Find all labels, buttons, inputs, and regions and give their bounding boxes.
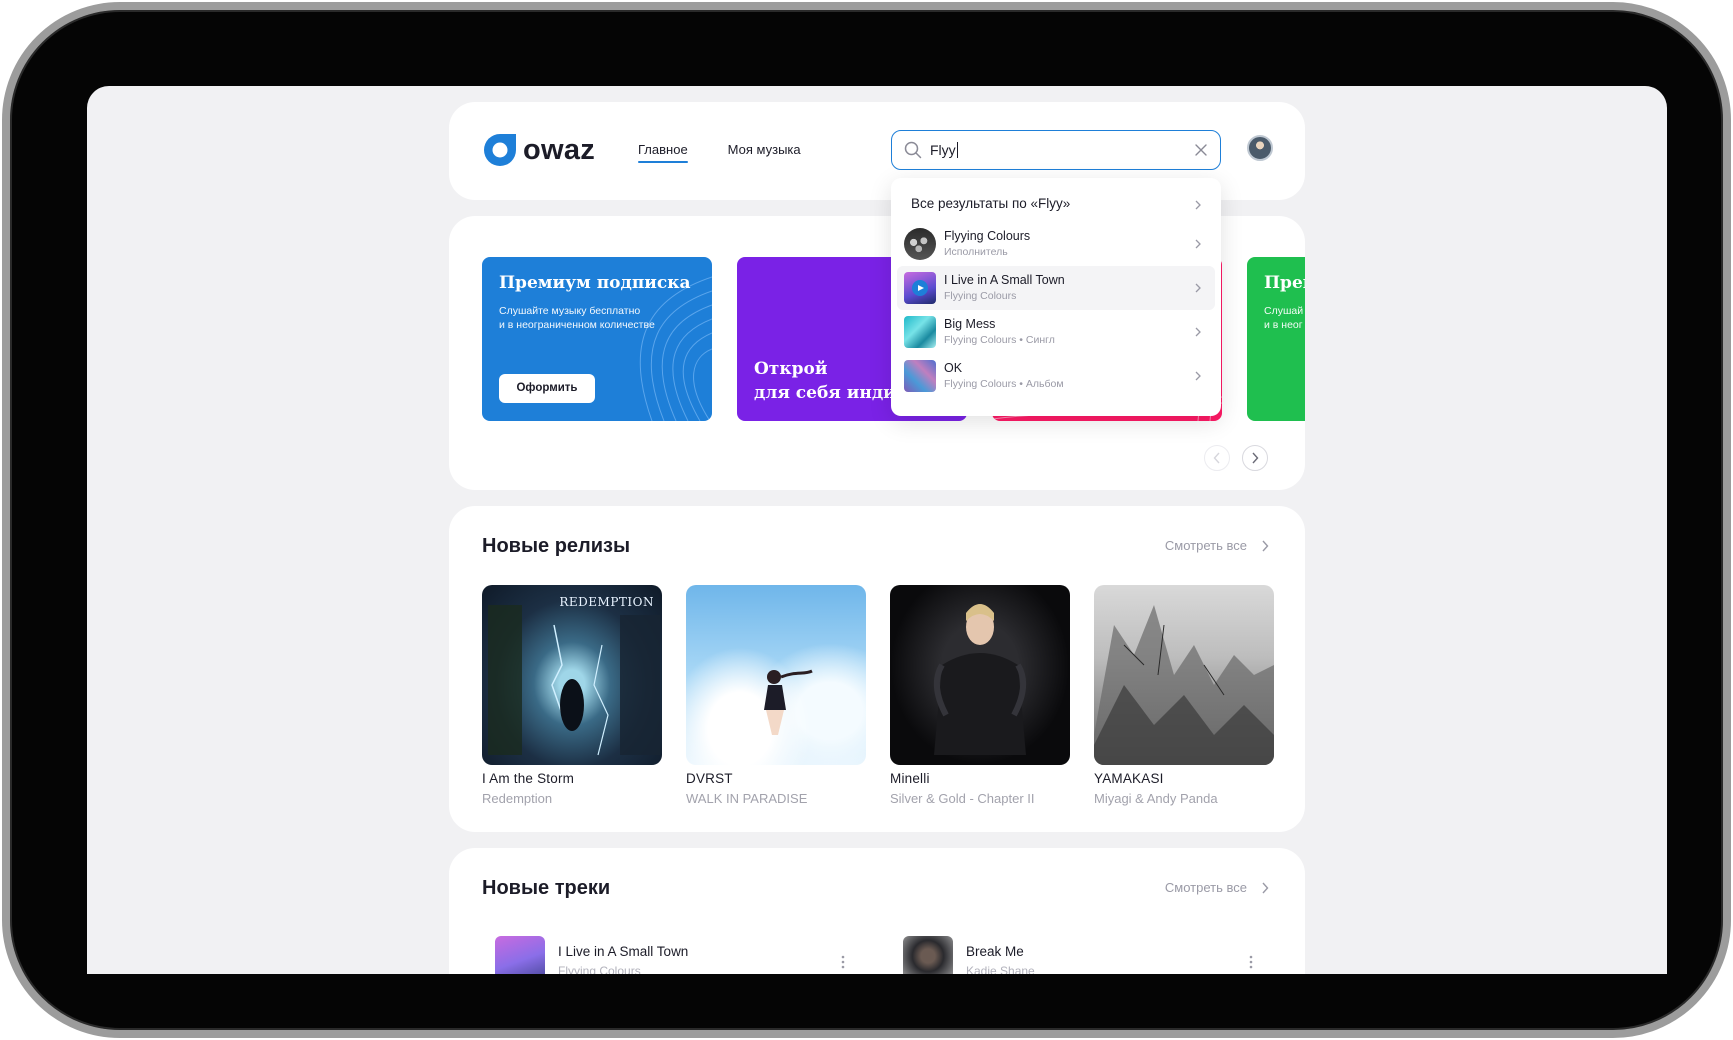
album-title: Minelli — [890, 771, 930, 786]
see-all-releases-link[interactable]: Смотреть все — [1165, 538, 1269, 553]
girl-art — [764, 669, 813, 735]
single-thumbnail — [904, 316, 936, 348]
search-box[interactable]: Flyy — [891, 130, 1221, 170]
chevron-right-icon — [1195, 371, 1201, 381]
suggestion-subtitle: Flyying Colours — [944, 290, 1017, 302]
section-title: Новые релизы — [482, 535, 631, 557]
tablet-frame: owaz Главное Моя музыка Flyy Премиум под… — [2, 2, 1731, 1038]
suggestion-subtitle: Flyying Colours • Альбом — [944, 378, 1064, 390]
album-card[interactable]: DVRST WALK IN PARADISE — [686, 585, 866, 806]
banner-premium-2-description: Слушай и в неог — [1264, 305, 1304, 331]
suggestion-item[interactable]: Flyying Colours Исполнитель — [897, 222, 1215, 266]
chevron-right-icon — [1195, 239, 1201, 249]
album-card[interactable]: YAMAKASI Miyagi & Andy Panda — [1094, 585, 1274, 806]
suggestion-subtitle: Flyying Colours • Сингл — [944, 334, 1055, 346]
nav-item-home[interactable]: Главное — [638, 142, 688, 163]
search-suggestions: Все результаты по «Flyy» Flyying Colours… — [891, 178, 1221, 416]
album-title: YAMAKASI — [1094, 771, 1164, 786]
track-title: I Live in A Small Town — [558, 944, 689, 959]
suggestion-title: Flyying Colours — [944, 229, 1031, 243]
chevron-right-icon — [1252, 452, 1259, 464]
album-cover — [890, 585, 1070, 765]
lightning-art — [488, 605, 660, 756]
album-artist: Silver & Gold - Chapter II — [890, 791, 1035, 806]
user-avatar[interactable] — [1247, 135, 1273, 161]
chevron-left-icon — [1213, 452, 1220, 464]
album-card[interactable]: Minelli Silver & Gold - Chapter II — [890, 585, 1070, 806]
suggestion-title: OK — [944, 361, 963, 375]
chevron-right-icon — [1262, 540, 1269, 551]
cover-text: REDEMPTION — [559, 595, 654, 609]
all-results-link[interactable]: Все результаты по «Flyy» — [911, 196, 1070, 211]
mountains-art — [1094, 605, 1274, 765]
logo[interactable]: owaz — [482, 132, 595, 168]
banner-premium[interactable]: Премиум подписка Слушайте музыку бесплат… — [482, 257, 712, 421]
logo-text: owaz — [523, 133, 596, 166]
artist-thumbnail — [904, 228, 936, 260]
album-artist: Miyagi & Andy Panda — [1094, 791, 1218, 806]
search-icon — [904, 141, 922, 159]
see-all-tracks-link[interactable]: Смотреть все — [1165, 880, 1269, 895]
more-options-icon[interactable] — [841, 954, 845, 970]
section-title: Новые треки — [482, 877, 611, 899]
portrait-art — [933, 604, 1027, 755]
album-thumbnail — [904, 360, 936, 392]
suggestion-title: I Live in A Small Town — [944, 273, 1065, 287]
track-thumbnail — [904, 272, 936, 304]
album-cover — [1094, 585, 1274, 765]
track-thumbnail — [495, 936, 545, 974]
album-title: DVRST — [686, 771, 733, 786]
track-title: Break Me — [966, 944, 1024, 959]
new-releases-section: Новые релизы Смотреть все REDEMPTION I A… — [449, 506, 1305, 832]
banner-premium-description: Слушайте музыку бесплатно и в неограниче… — [499, 305, 655, 331]
more-options-icon[interactable] — [1249, 954, 1253, 970]
album-card[interactable]: REDEMPTION I Am the Storm Redemption — [482, 585, 662, 806]
chevron-right-icon — [1262, 882, 1269, 893]
chevron-right-icon — [1195, 283, 1201, 293]
suggestion-item[interactable]: Big Mess Flyying Colours • Сингл — [897, 310, 1215, 354]
banner-premium-title: Премиум подписка — [499, 273, 691, 293]
banner-premium-2[interactable]: Прем Слушай и в неог — [1247, 257, 1305, 421]
chevron-right-icon — [1195, 200, 1201, 210]
banner-premium-2-title: Прем — [1264, 273, 1305, 293]
track-artist: Flyying Colours — [558, 964, 641, 974]
album-cover: REDEMPTION — [482, 585, 662, 765]
carousel-prev-button[interactable] — [1204, 445, 1230, 471]
search-input[interactable]: Flyy — [930, 142, 958, 158]
album-artist: Redemption — [482, 791, 553, 806]
carousel-controls — [1204, 445, 1268, 471]
track-artist: Kadie Shane — [966, 964, 1035, 974]
suggestion-item[interactable]: I Live in A Small Town Flyying Colours — [897, 266, 1215, 310]
album-cover — [686, 585, 866, 765]
main-nav: Главное Моя музыка — [638, 142, 801, 163]
album-title: I Am the Storm — [482, 771, 575, 786]
album-artist: WALK IN PARADISE — [686, 791, 808, 806]
carousel-next-button[interactable] — [1242, 445, 1268, 471]
banner-indie-title: Открой для себя инди — [754, 359, 896, 403]
track-thumbnail — [903, 936, 953, 974]
play-icon[interactable] — [912, 280, 928, 296]
suggestion-title: Big Mess — [944, 317, 996, 331]
subscribe-button[interactable]: Оформить — [499, 374, 595, 403]
app-screen: owaz Главное Моя музыка Flyy Премиум под… — [87, 86, 1667, 974]
new-tracks-section: Новые треки Смотреть все I Live in A Sma… — [449, 848, 1305, 974]
clear-search-icon[interactable] — [1194, 143, 1208, 157]
suggestion-subtitle: Исполнитель — [944, 246, 1008, 258]
suggestion-item[interactable]: OK Flyying Colours • Альбом — [897, 354, 1215, 398]
chevron-right-icon — [1195, 327, 1201, 337]
nav-item-my-music[interactable]: Моя музыка — [728, 142, 801, 163]
logo-mark-icon — [484, 134, 516, 166]
